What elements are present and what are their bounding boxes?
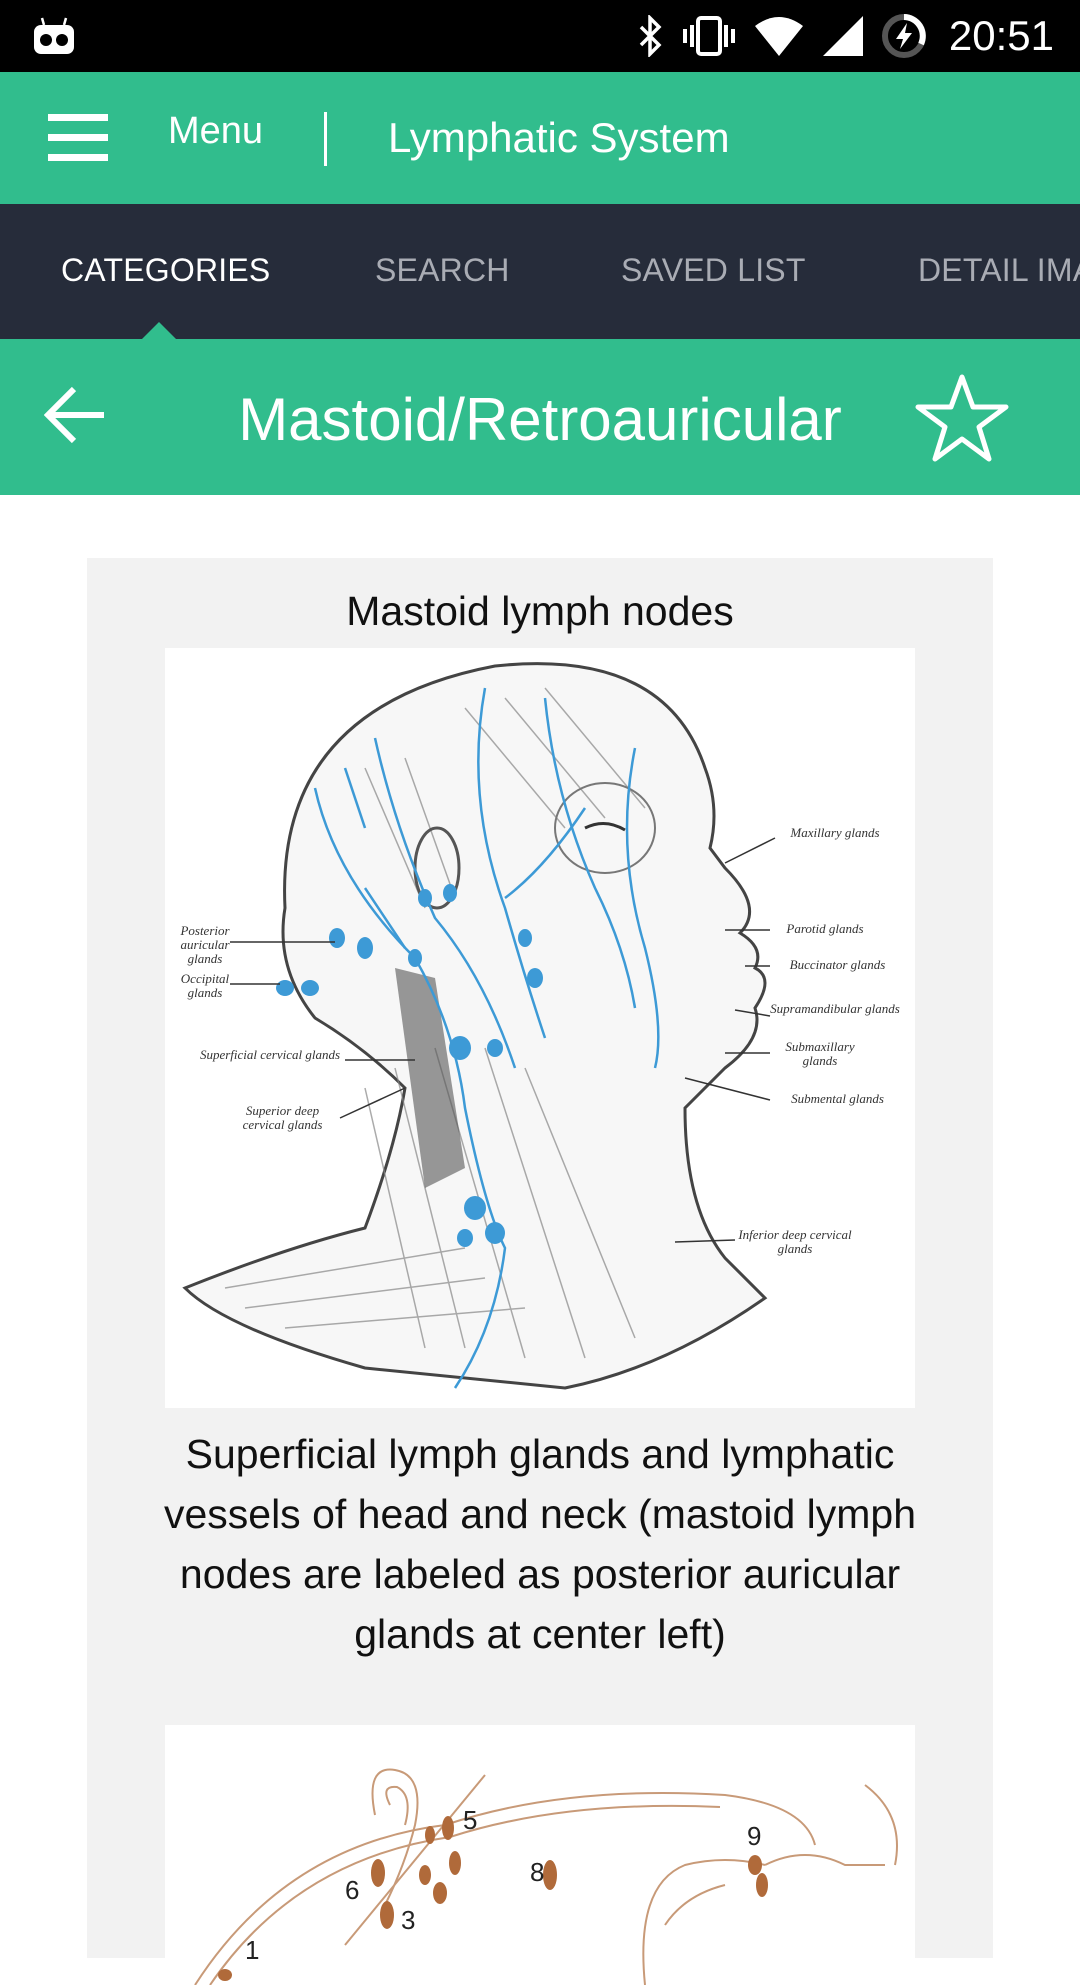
- app-bar-divider: [324, 112, 327, 166]
- tab-saved-list[interactable]: SAVED LIST: [621, 252, 806, 289]
- content-card: Mastoid lymph nodes Maxillary glands Par…: [87, 558, 993, 1985]
- wifi-icon: [754, 17, 803, 56]
- diagram-number: 9: [747, 1821, 762, 1851]
- star-outline-icon[interactable]: [914, 369, 1010, 465]
- diagram-number: 1: [245, 1935, 260, 1965]
- tab-search[interactable]: SEARCH: [375, 252, 510, 289]
- diagram-number: 6: [345, 1875, 360, 1905]
- figure-caption: Superficial lymph glands and lymphatic v…: [163, 1431, 917, 1657]
- figure-label: Submaxillary glands: [785, 1039, 855, 1068]
- diagram-number: 5: [463, 1805, 478, 1835]
- category-header: Mastoid/Retroauricular: [0, 339, 1080, 495]
- clock: 20:51: [948, 12, 1054, 59]
- figure-label: Maxillary glands: [790, 825, 880, 840]
- hamburger-icon[interactable]: [48, 114, 108, 161]
- figure-label: Supramandibular glands: [770, 1001, 900, 1016]
- active-tab-indicator: [141, 322, 177, 340]
- cell-signal-icon: [822, 16, 863, 56]
- diagram-number: 3: [401, 1905, 416, 1935]
- tab-bar: CATEGORIES SEARCH SAVED LIST DETAIL IMAG…: [0, 204, 1080, 339]
- figure-label: Parotid glands: [786, 921, 864, 936]
- illustration-drawing: [182, 662, 776, 1390]
- status-bar: 20:51: [0, 0, 1080, 72]
- vibrate-icon: [682, 16, 735, 56]
- diagram-number: 8: [530, 1857, 545, 1887]
- battery-charging-icon: [881, 14, 926, 58]
- bluetooth-icon: [639, 15, 662, 57]
- app-title: Lymphatic System: [388, 114, 730, 161]
- diagram-drawing: [194, 1768, 898, 1985]
- figure-label: Inferior deep cervical glands: [738, 1227, 852, 1256]
- figure-label: Superior deep cervical glands: [242, 1103, 323, 1132]
- figure-label: Submental glands: [791, 1091, 884, 1106]
- content-heading: Mastoid lymph nodes: [346, 588, 734, 634]
- menu-button[interactable]: Menu: [168, 110, 263, 153]
- tab-categories[interactable]: CATEGORIES: [61, 252, 270, 289]
- figure-label: Occipital glands: [180, 971, 230, 1000]
- figure-label: Superficial cervical glands: [199, 1047, 341, 1062]
- figure-label: Posterior auricular glands: [180, 923, 230, 966]
- numbered-node-diagram[interactable]: 1 3 5 6 8 9: [165, 1725, 915, 1985]
- figure-label: Buccinator glands: [789, 957, 886, 972]
- tab-detail-images[interactable]: DETAIL IMAGES: [918, 252, 1080, 289]
- app-bar: Menu Lymphatic System: [0, 72, 1080, 204]
- head-neck-illustration[interactable]: Maxillary glands Parotid glands Buccinat…: [165, 648, 915, 1408]
- cyanogenmod-icon: [34, 17, 74, 54]
